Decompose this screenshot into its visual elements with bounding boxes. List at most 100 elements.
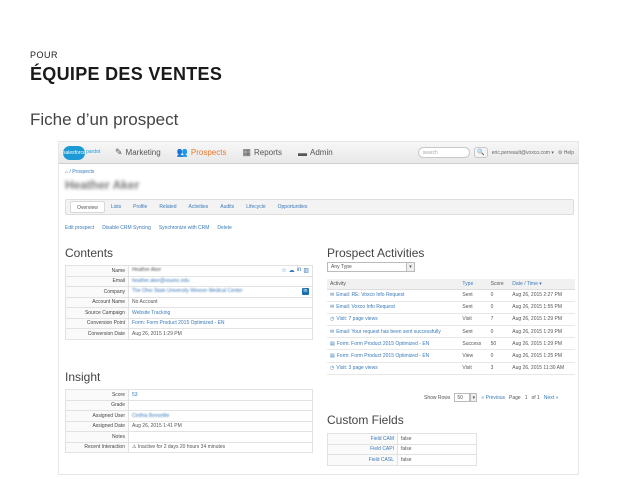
activity-label[interactable]: Form: Form Product 2015 Optimized - EN xyxy=(337,341,430,347)
help-link[interactable]: ⚙ Help xyxy=(558,150,574,156)
field-value[interactable]: heather.aker@osumc.edu xyxy=(128,275,313,287)
score-cell: 0 xyxy=(487,349,510,363)
nav-prospects-label: Prospects xyxy=(190,148,227,157)
date-cell: Aug 26, 2015 2:27 PM xyxy=(509,289,575,302)
activity-cell[interactable]: ✉ Email: Your request has been sent succe… xyxy=(327,325,460,339)
table-row: Grade xyxy=(65,399,313,411)
column-header-date[interactable]: Date / Time ▾ xyxy=(509,279,575,290)
company-value[interactable]: The Ohio State University Wexner Medical… xyxy=(132,288,243,294)
activity-type-select[interactable]: Any Type ▾ xyxy=(327,262,415,272)
field-value: Aug 26, 2015 1:29 PM xyxy=(128,328,313,340)
activity-label[interactable]: Visit: 3 page views xyxy=(336,365,377,371)
chart-icon: ▦ xyxy=(242,147,251,157)
score-cell: 0 xyxy=(487,325,510,339)
star-icon[interactable]: ☆ xyxy=(281,267,286,274)
table-row: Conversion Point Form: Form Product 2015… xyxy=(65,317,313,329)
type-cell: Sent xyxy=(459,325,488,339)
table-row: Assigned Date Aug 26, 2015 1:41 PM xyxy=(65,420,313,432)
tab-related[interactable]: Related xyxy=(153,201,182,213)
tab-bar: Overview Lists Profile Related Activitie… xyxy=(65,199,574,215)
breadcrumb[interactable]: ⌂ / Prospects xyxy=(65,169,94,175)
table-row: ✉ Email: Voxco Info Request Sent 0 Aug 26… xyxy=(327,301,575,314)
field-value: Heather Aker ☆ ☁ in ▥ xyxy=(128,265,313,277)
synchronize-crm-link[interactable]: Synchronize with CRM xyxy=(159,225,210,231)
nav-marketing-label: Marketing xyxy=(125,148,161,157)
activity-cell[interactable]: ◷ Visit: 3 page views xyxy=(327,362,460,375)
field-label: Notes xyxy=(65,431,129,443)
cloud-icon[interactable]: ☁ xyxy=(289,267,295,274)
table-row: Field CASL false xyxy=(327,454,477,466)
page-input[interactable]: 1 xyxy=(525,395,528,401)
activity-label[interactable]: Email: Voxco Info Request xyxy=(336,304,395,310)
chevron-down-icon[interactable]: ▾ xyxy=(470,393,478,402)
field-value: No Account xyxy=(128,296,313,308)
score-value[interactable]: 53 xyxy=(128,389,313,401)
contents-heading: Contents xyxy=(65,246,114,260)
rows-per-page-select[interactable]: 50 xyxy=(454,393,471,402)
name-value: Heather Aker xyxy=(132,267,162,274)
tab-overview[interactable]: Overview xyxy=(70,201,105,213)
tab-lists[interactable]: Lists xyxy=(105,201,127,213)
tab-activities[interactable]: Activities xyxy=(183,201,215,213)
delete-link[interactable]: Delete xyxy=(217,225,231,231)
tab-profile[interactable]: Profile xyxy=(127,201,153,213)
nav-prospects[interactable]: 👥 Prospects xyxy=(169,142,235,164)
column-header-type[interactable]: Type xyxy=(459,279,488,290)
chevron-down-icon: ▾ xyxy=(406,263,414,271)
activity-cell[interactable]: ▤ Form: Form Product 2015 Optimized - EN xyxy=(327,337,460,351)
nav-marketing[interactable]: ✎ Marketing xyxy=(107,142,169,164)
search-input[interactable]: search xyxy=(417,147,470,158)
score-cell: 7 xyxy=(487,313,510,327)
date-cell: Aug 26, 2015 1:25 PM xyxy=(509,349,575,363)
field-value[interactable]: The Ohio State University Wexner Medical… xyxy=(128,286,313,298)
clock-icon: ◷ xyxy=(330,316,335,323)
admin-icon: ▬ xyxy=(298,147,307,158)
nav-reports[interactable]: ▦ Reports xyxy=(234,142,290,164)
nav-admin[interactable]: ▬ Admin xyxy=(290,142,341,164)
table-row: Notes xyxy=(65,431,313,443)
activity-label[interactable]: Form: Form Product 2015 Optimized - EN xyxy=(337,353,430,359)
chart-bars-icon[interactable]: ▥ xyxy=(303,267,309,274)
nav-reports-label: Reports xyxy=(253,148,282,157)
field-value[interactable]: Website Tracking xyxy=(128,307,313,319)
email-value[interactable]: heather.aker@osumc.edu xyxy=(132,278,189,284)
linkedin-icon[interactable]: in xyxy=(297,267,302,274)
user-menu[interactable]: eric.perreault@voxco.com ▾ xyxy=(492,150,554,156)
field-label[interactable]: Field CAPI xyxy=(327,443,398,455)
date-cell: Aug 26, 2015 11:30 AM xyxy=(509,362,575,375)
assigned-user-name[interactable]: Cinthia Bonsellie xyxy=(132,413,169,419)
assigned-user-value[interactable]: Cinthia Bonsellie xyxy=(128,410,313,422)
field-value: false xyxy=(397,433,477,445)
type-cell: Success xyxy=(459,337,488,351)
score-cell: 0 xyxy=(487,301,510,314)
disable-crm-syncing-link[interactable]: Disable CRM Syncing xyxy=(102,225,151,231)
tab-opportunities[interactable]: Opportunities xyxy=(272,201,314,213)
search-icon[interactable]: 🔍 xyxy=(473,147,488,158)
edit-prospect-link[interactable]: Edit prospect xyxy=(65,225,94,231)
field-label: Name xyxy=(65,265,129,277)
column-header-score: Score xyxy=(487,279,510,290)
next-page-link[interactable]: Next » xyxy=(544,395,558,401)
linkedin-icon[interactable]: in xyxy=(302,288,309,296)
activity-label[interactable]: Email: RE: Voxco Info Request xyxy=(336,292,404,298)
activity-label[interactable]: Visit: 7 page views xyxy=(336,316,377,322)
activity-cell[interactable]: ▤ Form: Form Product 2015 Optimized - EN xyxy=(327,349,460,363)
tab-lifecycle[interactable]: Lifecycle xyxy=(240,201,271,213)
activity-label[interactable]: Email: Your request has been sent succes… xyxy=(336,329,441,335)
field-label[interactable]: Field CAM xyxy=(327,433,398,445)
field-label: Source Campaign xyxy=(65,307,129,319)
field-value[interactable]: Form: Form Product 2015 Optimized - EN xyxy=(128,317,313,329)
activity-cell[interactable]: ◷ Visit: 7 page views xyxy=(327,313,460,327)
tab-audits[interactable]: Audits xyxy=(214,201,240,213)
salesforce-pardot-logo[interactable]: salesforce pardot xyxy=(63,144,107,162)
form-icon: ▤ xyxy=(330,353,335,360)
table-row: Field CAPI false xyxy=(327,443,477,455)
activity-cell[interactable]: ✉ Email: RE: Voxco Info Request xyxy=(327,289,460,302)
nav-right: search 🔍 eric.perreault@voxco.com ▾ ⚙ He… xyxy=(417,147,578,158)
activity-cell[interactable]: ✉ Email: Voxco Info Request xyxy=(327,301,460,314)
date-cell: Aug 26, 2015 1:29 PM xyxy=(509,337,575,351)
previous-page-link[interactable]: « Previous xyxy=(481,395,505,401)
field-label[interactable]: Field CASL xyxy=(327,454,398,466)
field-label: Grade xyxy=(65,399,129,411)
field-label: Conversion Date xyxy=(65,328,129,340)
